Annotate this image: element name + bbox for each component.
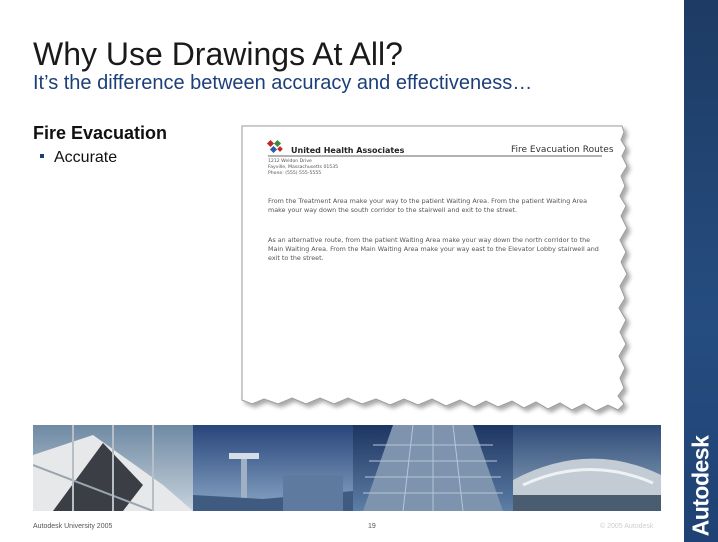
page-number: 19	[368, 523, 376, 530]
tower-photo	[193, 425, 353, 511]
slide: Autodesk Why Use Drawings At All? It’s t…	[0, 0, 718, 542]
footer-copyright: © 2005 Autodesk	[600, 523, 654, 530]
document-address-line: Phone: (555) 555-5555	[268, 171, 322, 176]
document-address-line: Fayville, Massachusetts 01535	[268, 165, 339, 170]
document-company: United Health Associates	[291, 146, 405, 155]
footer-event: Autodesk University 2005	[33, 523, 113, 530]
document-heading: Fire Evacuation Routes	[511, 145, 614, 155]
document-address-line: 1212 Weldon Drive	[268, 159, 312, 164]
architecture-photo-strip	[33, 425, 661, 511]
document-paragraph: As an alternative route, from the patien…	[268, 236, 599, 263]
glass-building-photo	[353, 425, 513, 511]
document-paragraph: From the Treatment Area make your way to…	[268, 197, 588, 215]
escalator-photo	[33, 425, 193, 511]
stadium-photo	[513, 425, 661, 511]
